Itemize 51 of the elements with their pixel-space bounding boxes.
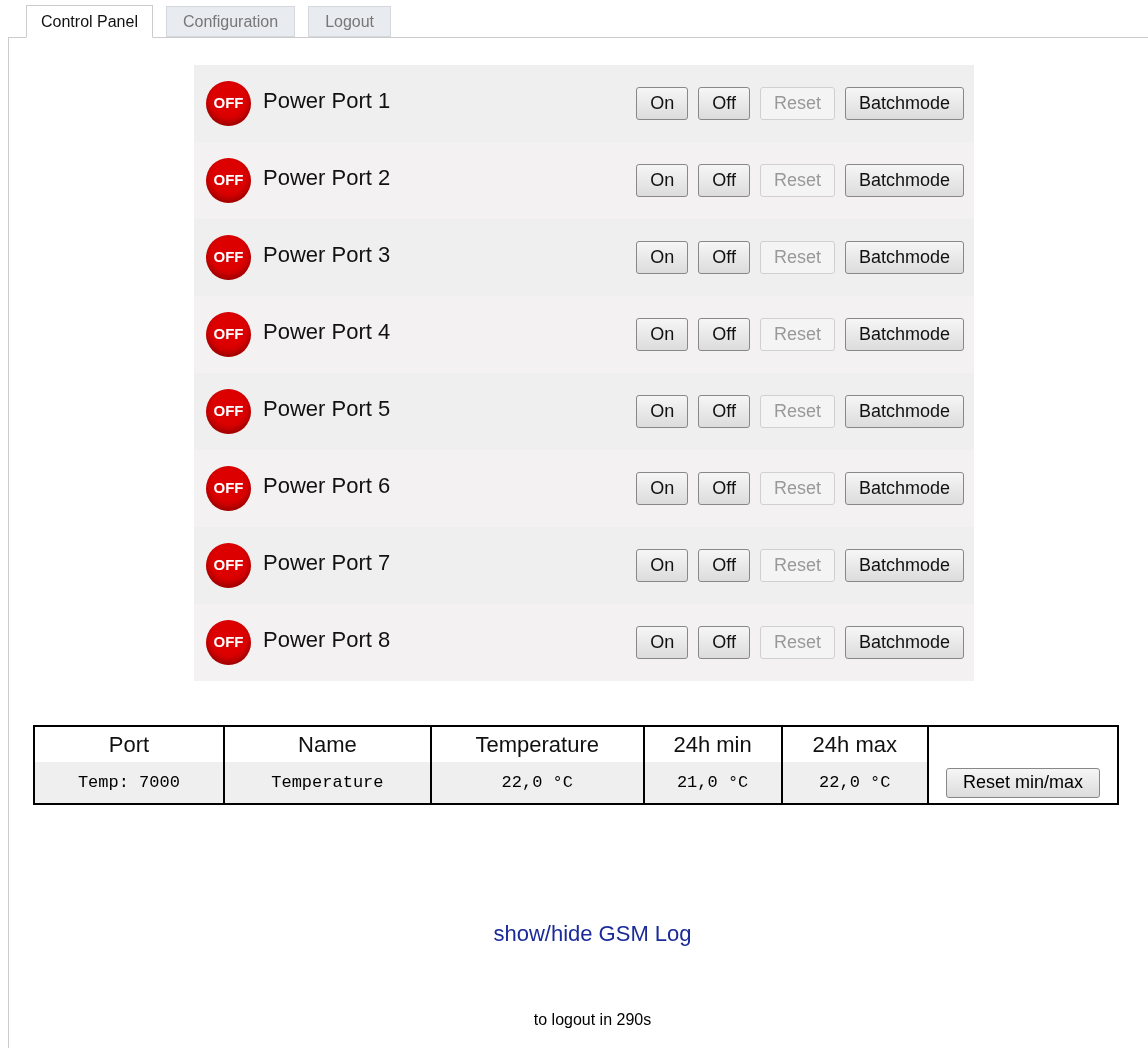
port-button[interactable]: On [636, 87, 689, 120]
port-button[interactable]: On [636, 549, 689, 582]
port-button[interactable]: Off [698, 626, 750, 659]
table-cell: 21,0 °C [643, 762, 782, 804]
port-name: Power Port 7 [263, 549, 391, 577]
port-button[interactable]: Off [698, 241, 750, 274]
port-button[interactable]: Off [698, 549, 750, 582]
logout-timer: to logout in 290s [533, 1010, 652, 1030]
status-badge: OFF [206, 81, 251, 126]
port-name: Power Port 3 [263, 241, 391, 269]
table-cell: 22,0 °C [430, 762, 644, 804]
status-badge: OFF [206, 389, 251, 434]
port-button[interactable]: On [636, 241, 689, 274]
port-button[interactable]: Batchmode [844, 87, 964, 120]
gsm-log-link[interactable]: show/hide GSM Log [493, 917, 692, 950]
reset-min-max-button[interactable]: Reset min/max [945, 767, 1100, 798]
status-badge: OFF [206, 620, 251, 665]
port-button[interactable]: Batchmode [844, 164, 964, 197]
tab[interactable]: Configuration [165, 6, 296, 37]
status-badge: OFF [206, 158, 251, 203]
port-button[interactable]: Off [698, 472, 750, 505]
port-button[interactable]: Batchmode [844, 472, 964, 505]
port-name: Power Port 6 [263, 472, 391, 500]
port-name: Power Port 5 [263, 395, 391, 423]
port-button[interactable]: Batchmode [844, 626, 964, 659]
status-badge: OFF [206, 543, 251, 588]
tab[interactable]: Logout [308, 6, 392, 37]
port-button[interactable]: On [636, 395, 689, 428]
status-badge: OFF [206, 235, 251, 280]
port-button[interactable]: On [636, 626, 689, 659]
table-cell: Temp: 7000 [34, 762, 224, 804]
table-cell: 22,0 °C [781, 762, 928, 804]
port-button[interactable]: Off [698, 395, 750, 428]
port-button[interactable]: Batchmode [844, 318, 964, 351]
port-button[interactable]: Off [698, 318, 750, 351]
port-button[interactable]: On [636, 318, 689, 351]
port-name: Power Port 8 [263, 626, 391, 654]
port-button[interactable]: Off [698, 164, 750, 197]
port-button[interactable]: Off [698, 87, 750, 120]
table-cell: Temperature [223, 762, 431, 804]
port-button[interactable]: Batchmode [844, 395, 964, 428]
port-button[interactable]: Batchmode [844, 241, 964, 274]
port-button[interactable]: Batchmode [844, 549, 964, 582]
port-button[interactable]: On [636, 472, 689, 505]
tab[interactable]: Control Panel [26, 5, 153, 38]
status-badge: OFF [206, 466, 251, 511]
status-badge: OFF [206, 312, 251, 357]
port-name: Power Port 2 [263, 164, 391, 192]
port-name: Power Port 4 [263, 318, 391, 346]
port-button[interactable]: On [636, 164, 689, 197]
port-name: Power Port 1 [263, 87, 391, 115]
